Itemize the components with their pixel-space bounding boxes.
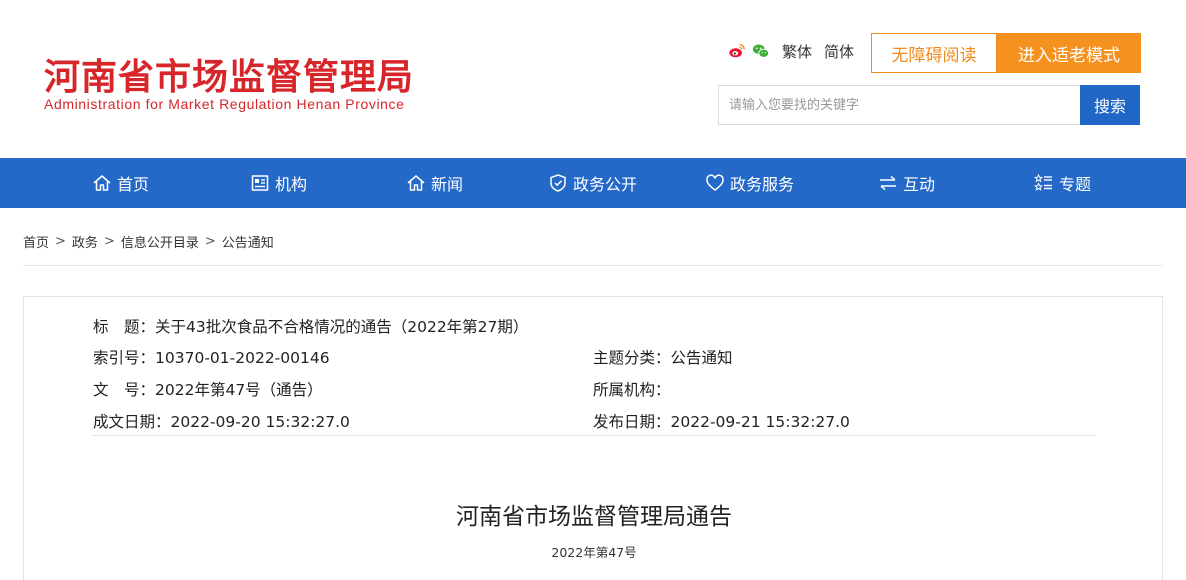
news-icon (407, 175, 425, 191)
nav-label: 机构 (275, 175, 308, 194)
meta-index-label: 索引号： (93, 349, 156, 367)
meta-created: 成文日期：2022-09-20 15:32:27.0 (93, 410, 350, 432)
article-panel: 标 题：关于43批次食品不合格情况的通告（2022年第27期） 索引号：1037… (23, 296, 1163, 580)
meta-title: 标 题：关于43批次食品不合格情况的通告（2022年第27期） (93, 315, 528, 337)
main-nav: 首页 机构 新闻 政务公开 政务服务 互动 专题 (0, 158, 1186, 208)
meta-docno-value: 2022年第47号（通告） (155, 381, 323, 399)
shield-icon (550, 174, 566, 192)
nav-item-home[interactable]: 首页 (92, 158, 149, 208)
heart-icon (706, 174, 724, 191)
accessible-reading-button[interactable]: 无障碍阅读 (871, 33, 997, 73)
nav-label: 互动 (903, 175, 936, 194)
topics-icon (1034, 173, 1052, 191)
breadcrumb-gov[interactable]: 政务 (72, 232, 98, 251)
meta-published-label: 发布日期： (593, 413, 671, 431)
breadcrumb-notices[interactable]: 公告通知 (222, 232, 274, 251)
meta-created-label: 成文日期： (93, 413, 171, 431)
meta-created-value: 2022-09-20 15:32:27.0 (170, 413, 350, 431)
meta-category-label: 主题分类： (593, 349, 671, 367)
nav-label: 新闻 (431, 175, 464, 194)
document-heading: 河南省市场监督管理局通告 (456, 504, 732, 530)
meta-index-value: 10370-01-2022-00146 (155, 349, 330, 367)
simplified-chinese-link[interactable]: 简体 (824, 41, 854, 62)
nav-item-interaction[interactable]: 互动 (878, 158, 935, 208)
meta-category-value: 公告通知 (670, 349, 733, 367)
meta-category: 主题分类：公告通知 (593, 346, 733, 368)
site-header: 河南省市场监督管理局 Administration for Market Reg… (0, 0, 1186, 158)
meta-divider (92, 435, 1096, 436)
site-logo-title[interactable]: 河南省市场监督管理局 (44, 48, 414, 100)
home-icon (93, 175, 111, 191)
meta-published: 发布日期：2022-09-21 15:32:27.0 (593, 410, 850, 432)
meta-docno: 文 号：2022年第47号（通告） (93, 378, 323, 400)
nav-label: 专题 (1059, 175, 1092, 194)
breadcrumb-separator: > (55, 233, 66, 249)
nav-item-organization[interactable]: 机构 (250, 158, 307, 208)
nav-label: 政务服务 (730, 175, 795, 194)
meta-docno-label: 文 号： (93, 381, 156, 399)
breadcrumb-home[interactable]: 首页 (23, 232, 49, 251)
meta-org: 所属机构： (593, 378, 671, 400)
search-button[interactable]: 搜索 (1080, 85, 1140, 125)
exchange-icon (880, 175, 896, 191)
nav-label: 政务公开 (573, 175, 638, 194)
organization-icon (251, 175, 269, 191)
meta-published-value: 2022-09-21 15:32:27.0 (670, 413, 850, 431)
nav-item-news[interactable]: 新闻 (406, 158, 463, 208)
search-input[interactable] (718, 85, 1082, 125)
nav-label: 首页 (117, 175, 150, 194)
meta-org-label: 所属机构： (593, 381, 671, 399)
traditional-chinese-link[interactable]: 繁体 (782, 41, 812, 62)
breadcrumb-separator: > (204, 233, 216, 249)
top-links: 繁体 简体 (728, 40, 854, 62)
meta-index: 索引号：10370-01-2022-00146 (93, 346, 330, 368)
breadcrumb-catalog[interactable]: 信息公开目录 (121, 232, 199, 251)
meta-title-label: 标 题： (93, 318, 156, 336)
meta-title-value: 关于43批次食品不合格情况的通告（2022年第27期） (155, 318, 529, 336)
nav-item-gov-services[interactable]: 政务服务 (705, 158, 794, 208)
weibo-icon[interactable] (728, 42, 746, 60)
elder-mode-button[interactable]: 进入适老模式 (997, 33, 1141, 73)
breadcrumb: 首页 > 政务 > 信息公开目录 > 公告通知 (23, 232, 274, 251)
wechat-icon[interactable] (752, 42, 770, 60)
nav-item-gov-affairs[interactable]: 政务公开 (548, 158, 637, 208)
breadcrumb-divider (23, 265, 1163, 266)
breadcrumb-separator: > (103, 233, 115, 249)
site-logo-subtitle: Administration for Market Regulation Hen… (44, 96, 405, 112)
nav-item-topics[interactable]: 专题 (1034, 158, 1091, 208)
document-number: 2022年第47号 (551, 545, 637, 560)
